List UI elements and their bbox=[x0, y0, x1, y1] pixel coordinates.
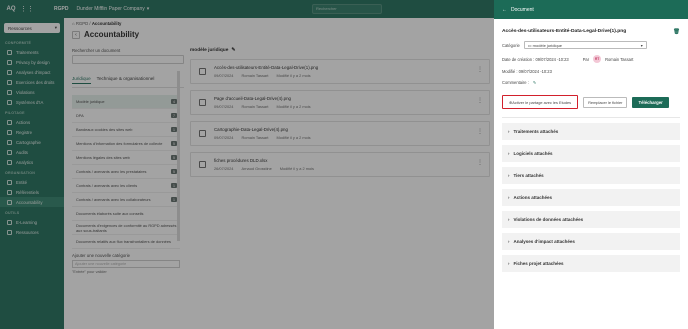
share-button-label: Activer le partage avec les Etudes bbox=[512, 99, 572, 105]
trash-icon[interactable]: 🗑 bbox=[673, 29, 680, 35]
category-value: modèle juridique bbox=[532, 42, 563, 48]
edit-icon[interactable]: ✎ bbox=[533, 80, 536, 85]
replace-file-button[interactable]: Remplacer le fichier bbox=[583, 96, 628, 108]
comment-label: Commentaire : bbox=[502, 80, 529, 85]
back-arrow-icon[interactable]: ← bbox=[502, 7, 507, 13]
attachment-section-label: Traitements attachés bbox=[513, 129, 559, 134]
document-name: Accès-des-utilisateurs-Entité-Data-Legal… bbox=[502, 29, 627, 34]
folder-icon: ▭ bbox=[527, 42, 532, 48]
chevron-right-icon: › bbox=[508, 217, 510, 222]
share-button[interactable]: ⊕ Activer le partage avec les Etudes bbox=[502, 95, 579, 109]
modified-date: Modifié : 09/07/2024 -10:23 bbox=[502, 69, 552, 74]
chevron-right-icon: › bbox=[508, 173, 510, 178]
avatar: RT bbox=[593, 55, 602, 63]
chevron-right-icon: › bbox=[508, 239, 510, 244]
panel-title: Document bbox=[511, 6, 534, 13]
attachment-section-label: Analyses d'impact attachées bbox=[513, 239, 575, 244]
attachment-section-label: Fiches projet attachées bbox=[513, 261, 564, 266]
chevron-right-icon: › bbox=[508, 195, 510, 200]
attachment-section-label: Actions attachées bbox=[513, 195, 553, 200]
attachment-section[interactable]: › Violations de données attachées bbox=[502, 211, 680, 228]
attachment-section[interactable]: › Traitements attachés bbox=[502, 123, 680, 140]
attachment-section[interactable]: › Logiciels attachés bbox=[502, 145, 680, 162]
attachment-section[interactable]: › Tiers attachés bbox=[502, 167, 680, 184]
chevron-down-icon: ▾ bbox=[640, 42, 643, 48]
attachment-section[interactable]: › Analyses d'impact attachées bbox=[502, 233, 680, 250]
attachment-section-label: Tiers attachés bbox=[513, 173, 544, 178]
attachment-section-label: Logiciels attachés bbox=[513, 151, 553, 156]
divider bbox=[502, 117, 680, 118]
created-date: Date de création : 09/07/2024 -10:23 bbox=[502, 56, 569, 62]
attachment-section-label: Violations de données attachées bbox=[513, 217, 584, 222]
category-label: Catégorie bbox=[502, 42, 520, 48]
document-panel: ← Document Accès-des-utilisateurs-Entité… bbox=[494, 0, 688, 329]
chevron-right-icon: › bbox=[508, 261, 510, 266]
by-label: Par bbox=[582, 56, 590, 62]
attachment-section[interactable]: › Fiches projet attachées bbox=[502, 255, 680, 272]
download-button[interactable]: Télécharger bbox=[632, 96, 669, 108]
chevron-right-icon: › bbox=[508, 151, 510, 156]
chevron-right-icon: › bbox=[508, 129, 510, 134]
attachment-section[interactable]: › Actions attachées bbox=[502, 189, 680, 206]
modal-backdrop[interactable] bbox=[0, 0, 494, 329]
author-name: Romain Tassart bbox=[605, 56, 634, 62]
category-select[interactable]: ▭ modèle juridique ▾ bbox=[523, 41, 647, 49]
